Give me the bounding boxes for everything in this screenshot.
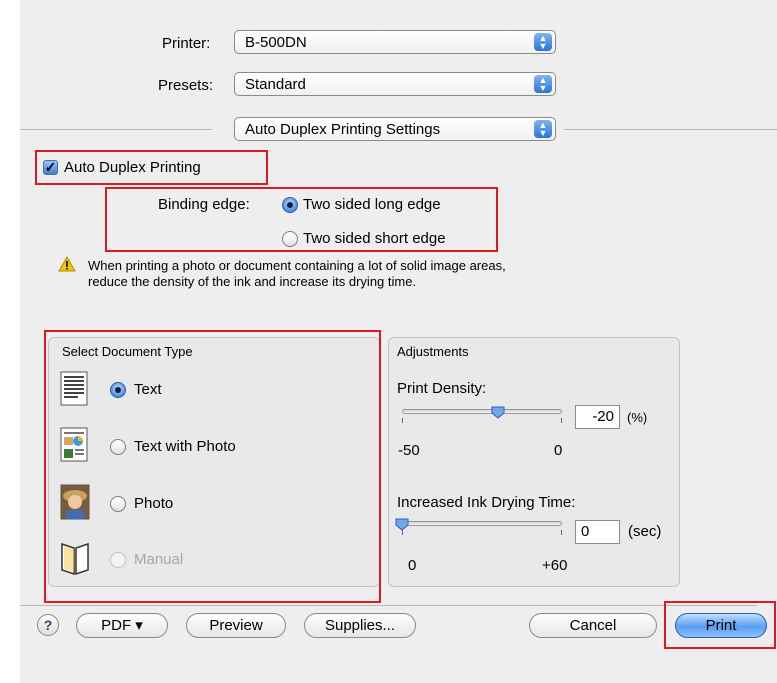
slider-tick [402,418,403,423]
print-density-max: 0 [554,442,563,459]
pdf-button[interactable]: PDF ▾ [76,613,168,638]
popup-arrows-icon: ▲ ▼ [534,120,552,138]
help-button[interactable]: ? [37,614,59,636]
text-with-photo-document-icon [60,427,88,462]
slider-tick [402,530,403,535]
separator [20,129,212,130]
radio-long-edge[interactable] [282,197,298,213]
long-edge-label[interactable]: Two sided long edge [303,196,441,213]
slider-tick [561,530,562,535]
radio-short-edge[interactable] [282,231,298,247]
manual-option-label: Manual [134,551,184,568]
photo-option-label[interactable]: Photo [134,495,173,512]
drying-time-min: 0 [408,557,417,574]
popup-arrows-icon: ▲ ▼ [534,75,552,93]
manual-book-icon [61,542,89,576]
drying-time-unit: (sec) [628,523,662,540]
supplies-button[interactable]: Supplies... [304,613,416,638]
printer-value: B-500DN [245,34,307,51]
text-document-icon [60,371,88,406]
popup-arrows-icon: ▲ ▼ [534,33,552,51]
warning-line-1: When printing a photo or document contai… [88,258,506,273]
radio-text-with-photo[interactable] [110,439,126,455]
cancel-button[interactable]: Cancel [529,613,657,638]
drying-time-max: +60 [542,557,568,574]
text-with-photo-label[interactable]: Text with Photo [134,438,236,455]
adjustments-title: Adjustments [397,344,469,359]
radio-photo[interactable] [110,496,126,512]
highlight-box [44,330,381,603]
presets-label: Presets: [158,77,214,94]
drying-time-slider-track[interactable] [402,521,562,526]
warning-icon [58,256,76,272]
warning-line-2: reduce the density of the ink and increa… [88,274,417,289]
print-density-slider-track[interactable] [402,409,562,414]
print-dialog: Printer: B-500DN ▲ ▼ Presets: Standard ▲ ▼… [20,0,777,683]
printer-popup[interactable]: B-500DN ▲ ▼ [234,30,556,54]
printer-label: Printer: [162,35,211,52]
drying-time-field[interactable]: 0 [575,520,620,544]
drying-time-label: Increased Ink Drying Time: [397,494,576,511]
preview-button[interactable]: Preview [186,613,286,638]
auto-duplex-label[interactable]: Auto Duplex Printing [64,159,201,176]
auto-duplex-checkbox[interactable]: ✓ [43,160,58,175]
adjustments-group [388,337,680,587]
print-density-unit: (%) [627,410,648,425]
panel-menu-popup[interactable]: Auto Duplex Printing Settings ▲ ▼ [234,117,556,141]
panel-menu-value: Auto Duplex Printing Settings [245,121,441,138]
separator [564,129,777,130]
radio-manual[interactable] [110,552,126,568]
radio-text[interactable] [110,382,126,398]
print-density-label: Print Density: [397,380,487,397]
presets-popup[interactable]: Standard ▲ ▼ [234,72,556,96]
print-density-field[interactable]: -20 [575,405,620,429]
short-edge-label[interactable]: Two sided short edge [303,230,446,247]
print-button[interactable]: Print [675,613,767,638]
document-type-title: Select Document Type [62,344,193,359]
print-density-min: -50 [398,442,420,459]
binding-edge-label: Binding edge: [158,196,250,213]
text-option-label[interactable]: Text [134,381,162,398]
photo-document-icon [60,484,90,520]
presets-value: Standard [245,76,306,93]
slider-tick [561,418,562,423]
print-density-slider-thumb[interactable] [491,406,505,419]
separator [20,605,757,606]
